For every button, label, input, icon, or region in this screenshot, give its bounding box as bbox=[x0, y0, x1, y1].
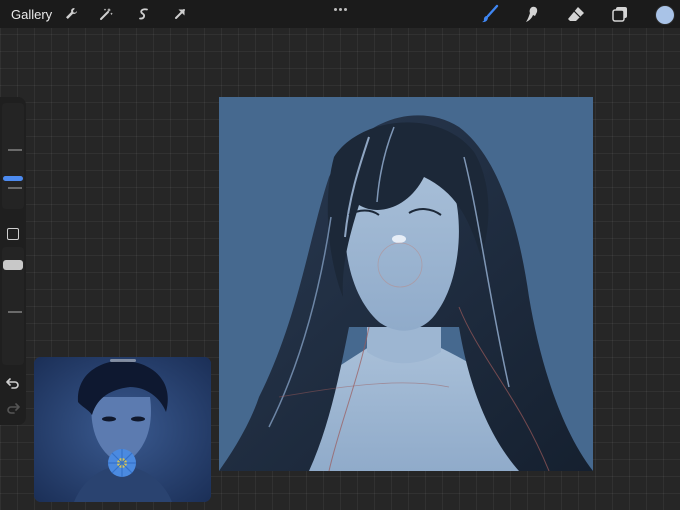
transform-arrow-icon[interactable] bbox=[170, 4, 190, 24]
more-options-icon[interactable] bbox=[332, 3, 348, 15]
drawing-canvas[interactable] bbox=[219, 97, 593, 471]
brush-icon[interactable] bbox=[479, 3, 501, 25]
slider-mark bbox=[8, 187, 22, 189]
magic-wand-icon[interactable] bbox=[96, 4, 116, 24]
slider-mark bbox=[8, 149, 22, 151]
reference-photo bbox=[34, 357, 211, 502]
brush-size-thumb[interactable] bbox=[3, 176, 23, 181]
reference-window[interactable] bbox=[34, 357, 211, 502]
smudge-icon[interactable] bbox=[522, 3, 544, 25]
redo-icon[interactable] bbox=[5, 401, 21, 415]
opacity-thumb[interactable] bbox=[3, 260, 23, 270]
selection-icon[interactable] bbox=[134, 4, 154, 24]
top-toolbar: Gallery bbox=[0, 0, 680, 28]
left-sidebar bbox=[0, 97, 26, 425]
gallery-button[interactable]: Gallery bbox=[11, 7, 52, 22]
wrench-icon[interactable] bbox=[61, 4, 81, 24]
reference-drag-handle[interactable] bbox=[110, 359, 136, 362]
modify-button[interactable] bbox=[7, 228, 19, 240]
undo-icon[interactable] bbox=[5, 376, 21, 390]
artwork-illustration bbox=[219, 97, 593, 471]
color-picker-swatch[interactable] bbox=[655, 5, 675, 25]
slider-mark bbox=[8, 311, 22, 313]
eraser-icon[interactable] bbox=[565, 3, 587, 25]
layers-icon[interactable] bbox=[609, 3, 631, 25]
brush-size-slider[interactable] bbox=[2, 103, 24, 209]
